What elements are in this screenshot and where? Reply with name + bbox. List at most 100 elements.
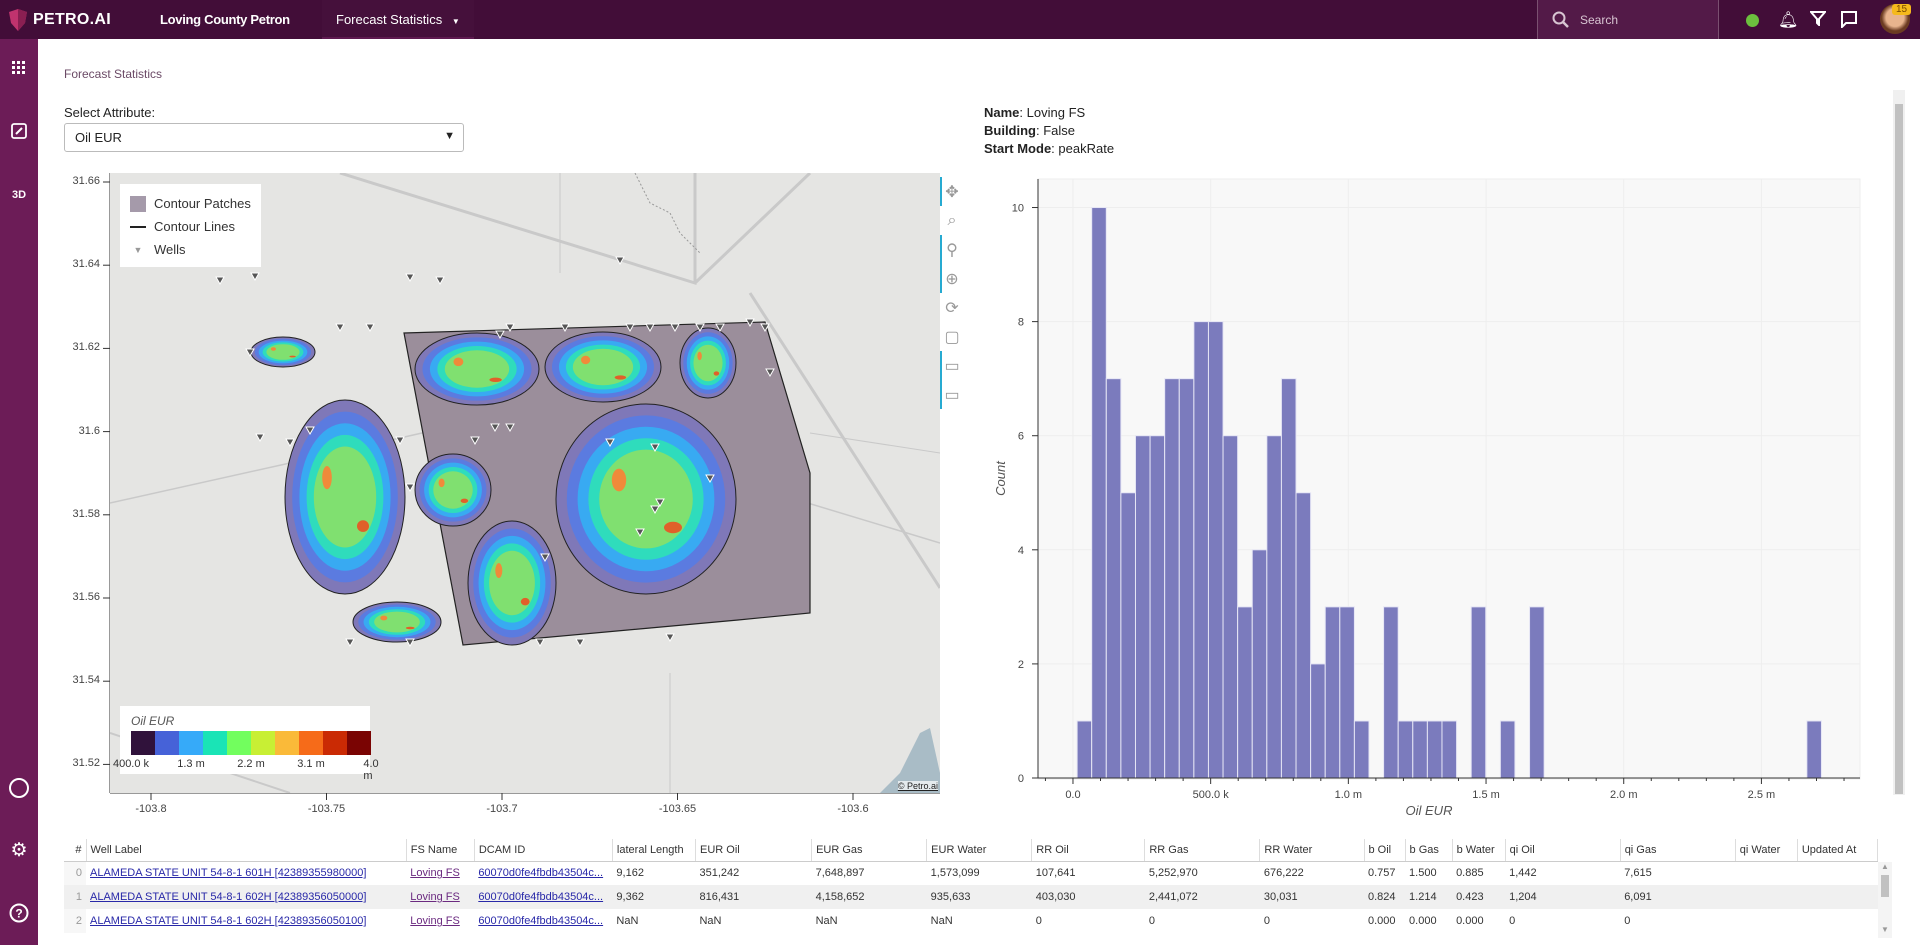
histogram-bar[interactable] <box>1529 606 1545 779</box>
table-row[interactable]: 2 ALAMEDA STATE UNIT 54-8-1 602H [4238935… <box>64 909 1878 933</box>
column-header[interactable]: DCAM ID <box>474 839 613 862</box>
table-cell: 1,442 <box>1509 867 1537 880</box>
table-cell: NaN <box>699 915 722 927</box>
y-tick-label: 4 <box>1018 545 1024 557</box>
y-tick-label: 0 <box>1018 773 1024 785</box>
column-header[interactable]: RR Water <box>1259 839 1365 862</box>
table-cell: 0 <box>1035 915 1042 927</box>
page-scrollbar[interactable] <box>1893 90 1905 795</box>
column-header[interactable]: EUR Oil <box>695 839 813 862</box>
histogram-bar[interactable] <box>1310 663 1326 779</box>
histogram-bar[interactable] <box>1149 435 1166 779</box>
histogram-bar[interactable] <box>1383 606 1399 779</box>
histogram-bar[interactable] <box>1441 720 1458 779</box>
histogram-bar[interactable] <box>1076 720 1093 779</box>
well-label-link[interactable]: ALAMEDA STATE UNIT 54-8-1 602H [42389356… <box>90 891 366 903</box>
column-header[interactable]: FS Name <box>406 839 475 862</box>
table-cell: 60070d0fe4fbdb43504c... <box>474 885 613 909</box>
table-cell: NaN <box>815 915 838 927</box>
table-cell: 0 <box>1148 915 1155 927</box>
scroll-down-icon[interactable]: ▼ <box>1878 925 1892 934</box>
table-cell: 0 <box>1509 915 1516 927</box>
x-tick-label: 500.0 k <box>1193 789 1230 801</box>
histogram-bar[interactable] <box>1120 492 1136 779</box>
table-cell: ALAMEDA STATE UNIT 54-8-1 602H [42389356… <box>86 885 407 909</box>
histogram-bar[interactable] <box>1280 378 1297 779</box>
table-cell: ALAMEDA STATE UNIT 54-8-1 601H [42389355… <box>86 861 406 885</box>
column-header[interactable]: qi Water <box>1735 839 1798 862</box>
histogram-bar[interactable] <box>1134 435 1151 779</box>
histogram-bar[interactable] <box>1412 720 1428 779</box>
histogram-bar[interactable] <box>1237 606 1253 779</box>
column-header[interactable]: b Water <box>1452 839 1506 862</box>
table-cell: 0 <box>1263 915 1271 927</box>
dcam-id-link[interactable]: 60070d0fe4fbdb43504c... <box>478 867 603 879</box>
fs-name-link[interactable]: Loving FS <box>410 867 460 879</box>
histogram-bar[interactable] <box>1251 549 1268 779</box>
dcam-id-link[interactable]: 60070d0fe4fbdb43504c... <box>478 891 603 903</box>
gear-icon[interactable]: ⚙ <box>0 839 38 862</box>
histogram-bar[interactable] <box>1339 606 1355 779</box>
table-cell: 676,222 <box>1263 867 1304 880</box>
column-header[interactable]: # <box>64 839 87 862</box>
histogram-bar[interactable] <box>1091 207 1107 779</box>
table-cell: 2 <box>64 909 87 933</box>
fs-name-link[interactable]: Loving FS <box>410 915 460 927</box>
svg-text:?: ? <box>15 907 22 921</box>
table-cell: 30,031 <box>1259 885 1364 909</box>
well-label-link[interactable]: ALAMEDA STATE UNIT 54-8-1 602H [42389356… <box>90 915 366 927</box>
table-cell <box>1735 861 1797 885</box>
histogram-bar[interactable] <box>1470 606 1487 779</box>
table-cell: 0.423 <box>1452 885 1506 909</box>
table-cell: 9,162 <box>616 867 644 880</box>
wells-table: # Well Label FS Name DCAM ID lateral Length E… <box>64 839 1879 933</box>
well-label-link[interactable]: ALAMEDA STATE UNIT 54-8-1 601H [42389355… <box>90 867 366 879</box>
column-header[interactable]: lateral Length <box>612 839 696 862</box>
scrollbar-thumb[interactable] <box>1881 875 1889 897</box>
table-cell: 0.000 <box>1368 915 1396 927</box>
dcam-id-link[interactable]: 60070d0fe4fbdb43504c... <box>478 915 603 927</box>
histogram-bar[interactable] <box>1324 606 1341 779</box>
table-cell: 0 <box>64 861 87 885</box>
column-header[interactable]: Well Label <box>86 839 407 862</box>
scrollbar-thumb[interactable] <box>1895 104 1903 794</box>
column-header[interactable]: EUR Gas <box>811 839 928 862</box>
table-scrollbar[interactable]: ▲ ▼ <box>1878 862 1892 938</box>
column-header[interactable]: b Oil <box>1364 839 1406 862</box>
column-header[interactable]: RR Oil <box>1031 839 1146 862</box>
histogram-bar[interactable] <box>1499 720 1516 779</box>
column-header[interactable]: EUR Water <box>926 839 1033 862</box>
fs-name-link[interactable]: Loving FS <box>410 891 460 903</box>
histogram-bar[interactable] <box>1105 378 1122 779</box>
column-header[interactable]: qi Gas <box>1620 839 1736 862</box>
histogram-bar[interactable] <box>1397 720 1414 779</box>
column-header[interactable]: Updated At <box>1797 839 1879 862</box>
y-axis-title: Count <box>993 460 1008 496</box>
histogram-bar[interactable] <box>1193 321 1209 779</box>
table-cell: 816,431 <box>695 885 812 909</box>
histogram-chart[interactable]: 0 2 4 6 8 10 0.0 500.0 k 1.0 m 1.5 m 2.0 m 2.5 m Oil… <box>0 0 1890 830</box>
column-header[interactable]: RR Gas <box>1144 839 1261 862</box>
x-tick-label: 0.0 <box>1065 789 1080 801</box>
table-header: # Well Label FS Name DCAM ID lateral Length E… <box>64 839 1879 862</box>
help-icon[interactable]: ? <box>0 903 38 927</box>
table-row[interactable]: 1 ALAMEDA STATE UNIT 54-8-1 602H [4238935… <box>64 885 1878 909</box>
histogram-bar[interactable] <box>1806 720 1822 779</box>
table-cell: 0.885 <box>1456 867 1484 880</box>
scroll-up-icon[interactable]: ▲ <box>1878 862 1892 871</box>
histogram-bar[interactable] <box>1164 378 1180 779</box>
x-tick-label: 2.5 m <box>1748 789 1776 801</box>
table-cell <box>1797 861 1877 885</box>
histogram-bar[interactable] <box>1178 378 1195 779</box>
table-cell: 1 <box>64 885 87 909</box>
histogram-bar[interactable] <box>1353 720 1370 779</box>
table-row[interactable]: 0 ALAMEDA STATE UNIT 54-8-1 601H [4238935… <box>64 861 1878 885</box>
y-tick-label: 6 <box>1018 431 1024 443</box>
column-header[interactable]: qi Oil <box>1505 839 1621 862</box>
histogram-bar[interactable] <box>1426 720 1443 779</box>
histogram-bar[interactable] <box>1207 321 1224 779</box>
column-header[interactable]: b Gas <box>1405 839 1453 862</box>
histogram-bar[interactable] <box>1295 492 1312 779</box>
histogram-bar[interactable] <box>1266 435 1282 779</box>
histogram-bar[interactable] <box>1222 435 1239 779</box>
